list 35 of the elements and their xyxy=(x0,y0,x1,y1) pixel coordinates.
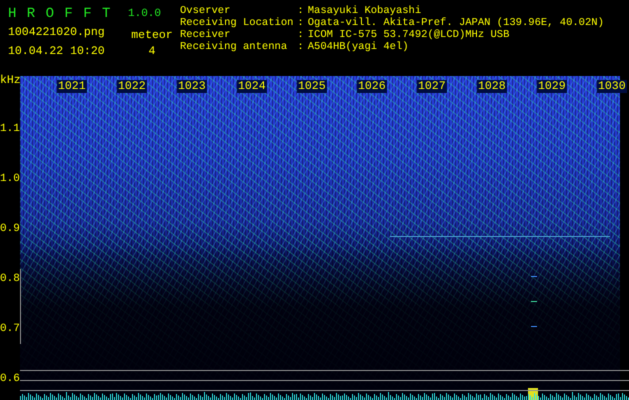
meteor-count: 4 xyxy=(148,45,156,58)
date-time: 10.04.22 10:20 xyxy=(8,45,106,58)
info-label: Ovserver xyxy=(180,5,232,17)
app-title: H R O F F T xyxy=(8,5,112,23)
frequency-label: 0.6 xyxy=(0,373,20,385)
time-label: 1026 xyxy=(357,80,387,93)
info-separator: : xyxy=(297,29,304,41)
info-value: Ogata-vill. Akita-Pref. JAPAN (139.96E, 40.02N) xyxy=(308,17,604,29)
meteor-label: meteor xyxy=(130,29,174,42)
info-value: A504HB(yagi 4el) xyxy=(308,41,410,53)
file-name: 1004221020.png xyxy=(8,26,106,39)
time-label: 1023 xyxy=(177,80,207,93)
info-label: Receiving antenna xyxy=(180,41,288,53)
frequency-label: 1.0 xyxy=(0,173,20,185)
frequency-label: 1.1 xyxy=(0,123,20,135)
info-value: ICOM IC-575 53.7492(@LCD)MHz USB xyxy=(308,29,510,41)
unit-label: kHz xyxy=(0,74,21,87)
time-label: 1029 xyxy=(537,80,567,93)
frequency-label: 0.9 xyxy=(0,223,20,235)
time-label: 1024 xyxy=(237,80,267,93)
frequency-label: 0.8 xyxy=(0,273,20,285)
info-separator: : xyxy=(297,5,304,17)
info-value: Masayuki Kobayashi xyxy=(308,5,422,17)
info-separator: : xyxy=(297,17,304,29)
time-label: 1030 xyxy=(597,80,627,93)
time-label: 1021 xyxy=(57,80,87,93)
app-version: 1.0.0 xyxy=(127,8,162,20)
info-separator: : xyxy=(297,41,304,53)
time-label: 1027 xyxy=(417,80,447,93)
time-label: 1028 xyxy=(477,80,507,93)
info-label: Receiving Location xyxy=(180,17,294,29)
frequency-label: 0.7 xyxy=(0,323,20,335)
time-label: 1022 xyxy=(117,80,147,93)
info-label: Receiver xyxy=(180,29,232,41)
time-label: 1025 xyxy=(297,80,327,93)
